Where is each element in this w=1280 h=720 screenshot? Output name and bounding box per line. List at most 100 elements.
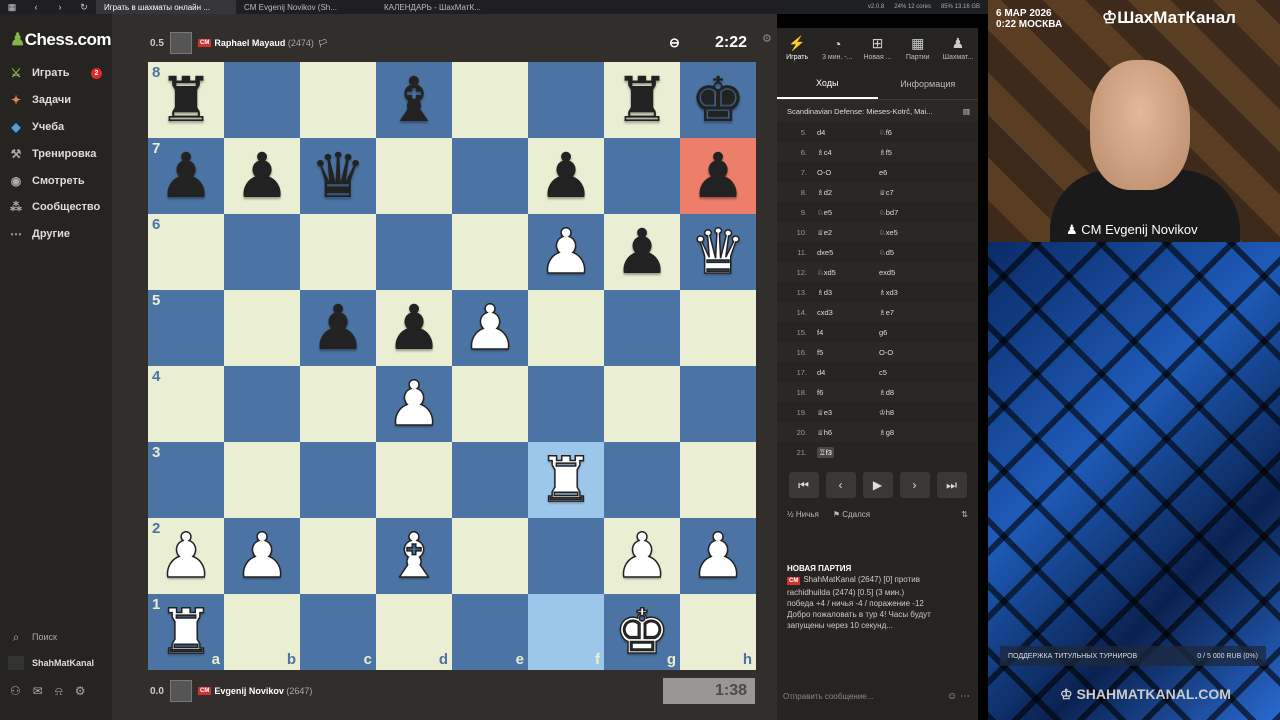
move[interactable]: d4 <box>817 368 825 377</box>
move[interactable]: ♕e3 <box>817 408 832 417</box>
sidebar-item[interactable]: ✦ Задачи <box>8 91 108 109</box>
board-square-g7[interactable] <box>604 138 680 214</box>
white-pawn-icon[interactable]: ♟ <box>689 524 746 588</box>
board-square-d6[interactable] <box>376 214 452 290</box>
board-square-e5[interactable]: ♟ <box>452 290 528 366</box>
board-square-a2[interactable]: 2 ♟ <box>148 518 224 594</box>
avatar[interactable] <box>170 32 192 54</box>
board-square-d4[interactable]: ♟ <box>376 366 452 442</box>
board-square-f2[interactable] <box>528 518 604 594</box>
board-square-c8[interactable] <box>300 62 376 138</box>
sidebar-item[interactable]: ⚒ Тренировка <box>8 145 108 163</box>
board-square-h6[interactable]: ♛ <box>680 214 756 290</box>
board-square-e6[interactable] <box>452 214 528 290</box>
move[interactable]: ♕h6 <box>817 428 832 437</box>
board-square-f3[interactable]: ♜ <box>528 442 604 518</box>
player-name[interactable]: Raphael Mayaud <box>214 38 285 48</box>
board-square-f7[interactable]: ♟ <box>528 138 604 214</box>
resign-button[interactable]: ⚑ Сдался <box>833 510 870 519</box>
white-pawn-icon[interactable]: ♟ <box>613 524 670 588</box>
board-square-c2[interactable] <box>300 518 376 594</box>
board-square-e7[interactable] <box>452 138 528 214</box>
board-square-b3[interactable] <box>224 442 300 518</box>
player-name[interactable]: Evgenij Novikov <box>214 686 284 696</box>
draw-button[interactable]: ½ Ничья <box>787 510 819 519</box>
move[interactable]: ♗d2 <box>817 188 832 197</box>
emoji-icon[interactable]: ☺ ⋯ <box>947 691 978 702</box>
board-square-g5[interactable] <box>604 290 680 366</box>
move[interactable]: dxe5 <box>817 248 833 257</box>
panel-tab[interactable]: ⚡ Играть <box>777 28 817 68</box>
board-square-h8[interactable]: ♚ <box>680 62 756 138</box>
board-square-e3[interactable] <box>452 442 528 518</box>
black-rook-icon[interactable]: ♜ <box>614 69 670 131</box>
move[interactable]: ♕c7 <box>879 188 894 197</box>
mail-icon[interactable]: ✉ <box>33 684 43 699</box>
black-bishop-icon[interactable]: ♝ <box>386 69 442 131</box>
search-nav[interactable]: ⌕ Поиск <box>8 628 108 646</box>
panel-tab[interactable]: ▦ Партии <box>898 28 938 68</box>
white-king-icon[interactable]: ♚ <box>613 600 670 664</box>
move[interactable]: f5 <box>817 348 823 357</box>
move[interactable]: ♗g8 <box>879 428 894 437</box>
first-move-button[interactable]: ⏮ <box>788 472 819 498</box>
menu-icon[interactable]: ▦ <box>6 1 18 13</box>
move[interactable]: e6 <box>879 168 887 177</box>
white-pawn-icon[interactable]: ♟ <box>537 220 594 284</box>
board-square-e1[interactable]: e <box>452 594 528 670</box>
panel-tab[interactable]: ◔ 3 мин. -... <box>817 28 857 68</box>
move[interactable]: g6 <box>879 328 887 337</box>
move[interactable]: O-O <box>817 168 831 177</box>
board-square-g2[interactable]: ♟ <box>604 518 680 594</box>
next-move-button[interactable]: › <box>899 472 930 498</box>
move[interactable]: ♔h8 <box>879 408 894 417</box>
black-pawn-icon[interactable]: ♟ <box>690 145 746 207</box>
board-square-g8[interactable]: ♜ <box>604 62 680 138</box>
move[interactable]: f6 <box>817 388 823 397</box>
board-square-e4[interactable] <box>452 366 528 442</box>
board-square-f1[interactable]: f <box>528 594 604 670</box>
move[interactable]: ♗c4 <box>817 148 832 157</box>
move[interactable]: ♘e5 <box>817 208 832 217</box>
white-bishop-icon[interactable]: ♝ <box>385 524 442 588</box>
white-queen-icon[interactable]: ♛ <box>689 220 746 284</box>
board-square-f5[interactable] <box>528 290 604 366</box>
board-square-e8[interactable] <box>452 62 528 138</box>
flip-board-icon[interactable]: ⇅ <box>961 510 978 519</box>
browser-tab[interactable]: КАЛЕНДАРЬ - ШахМатК... <box>376 0 516 14</box>
settings-icon[interactable]: ⚙ <box>75 684 86 699</box>
black-king-icon[interactable]: ♚ <box>690 69 746 131</box>
panel-tab[interactable]: ♟ Шахмат... <box>938 28 978 68</box>
sidebar-item[interactable]: ⋯ Другие <box>8 225 108 243</box>
browser-tab[interactable]: Играть в шахматы онлайн ... <box>96 0 236 14</box>
prev-move-button[interactable]: ‹ <box>825 472 856 498</box>
board-square-g4[interactable] <box>604 366 680 442</box>
board-square-c7[interactable]: ♛ <box>300 138 376 214</box>
board-square-d2[interactable]: ♝ <box>376 518 452 594</box>
board-square-h1[interactable]: h <box>680 594 756 670</box>
move[interactable]: f4 <box>817 328 823 337</box>
move[interactable]: ♕e2 <box>817 228 832 237</box>
white-rook-icon[interactable]: ♜ <box>537 448 594 512</box>
board-square-b5[interactable] <box>224 290 300 366</box>
sidebar-item[interactable]: ⁂ Сообщество <box>8 198 108 216</box>
board-square-c1[interactable]: c <box>300 594 376 670</box>
board-square-a4[interactable]: 4 <box>148 366 224 442</box>
black-pawn-icon[interactable]: ♟ <box>158 145 214 207</box>
black-queen-icon[interactable]: ♛ <box>310 145 366 207</box>
move[interactable]: ♗e7 <box>879 308 894 317</box>
user-nav[interactable]: ShahMatKanal <box>8 654 108 672</box>
board-square-c4[interactable] <box>300 366 376 442</box>
chessboard[interactable]: 8 ♜ ♝ ♜ ♚ 7 ♟ ♟ ♛ ♟ ♟ 6 ♟ ♟ ♛ 5 ♟ ♟ ♟ 4 ♟ 3 ♜ 2 ♟ ♟ ♝ ♟ ♟ 1 a ♜ b c d e f g ♚ h <box>148 62 756 670</box>
reload-icon[interactable]: ↻ <box>78 1 90 13</box>
move[interactable]: ♘f6 <box>879 128 892 137</box>
board-square-b7[interactable]: ♟ <box>224 138 300 214</box>
tab-info[interactable]: Информация <box>878 68 979 99</box>
bell-icon[interactable]: ⍾ <box>55 684 63 699</box>
settings-icon[interactable]: ⚙ <box>762 32 772 45</box>
board-square-h7[interactable]: ♟ <box>680 138 756 214</box>
move[interactable]: ♘xd5 <box>817 268 836 277</box>
board-square-a6[interactable]: 6 <box>148 214 224 290</box>
chess-logo[interactable]: ♟Chess.com <box>10 30 111 50</box>
white-pawn-icon[interactable]: ♟ <box>461 296 518 360</box>
